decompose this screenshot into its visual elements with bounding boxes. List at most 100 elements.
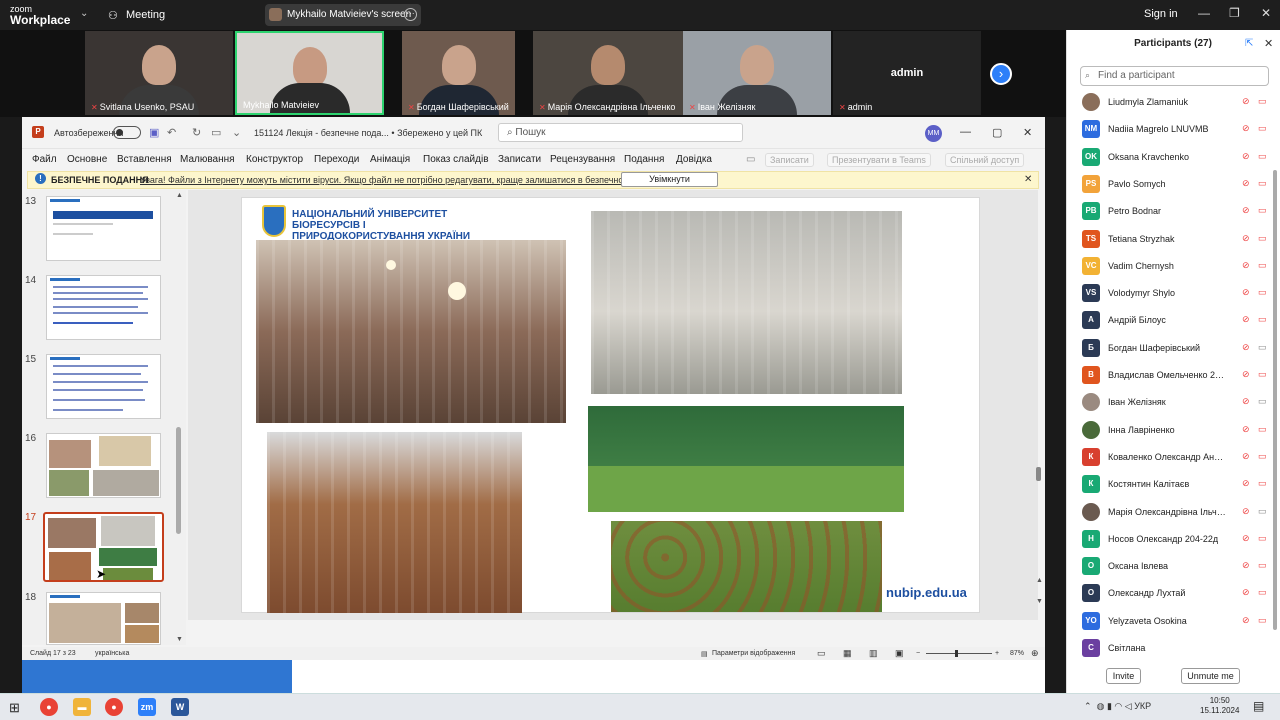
slide-thumbnail[interactable]: [46, 275, 161, 340]
participant-row[interactable]: Іван Желізняк ⊘ ▭: [1080, 388, 1270, 415]
tab-home[interactable]: Основне: [67, 154, 107, 165]
minimize-icon[interactable]: —: [960, 126, 971, 138]
avatar[interactable]: MM: [925, 125, 942, 142]
redo-icon[interactable]: ↻: [192, 126, 201, 139]
restore-icon[interactable]: ▢: [992, 126, 1002, 139]
close-icon[interactable]: ✕: [1024, 174, 1032, 185]
signin-button[interactable]: Sign in: [1144, 8, 1178, 20]
restore-icon[interactable]: ❐: [1229, 6, 1240, 20]
participant-row[interactable]: PS Pavlo Somych ⊘ ▭: [1080, 170, 1270, 197]
participant-row[interactable]: TS Tetiana Stryzhak ⊘ ▭: [1080, 225, 1270, 252]
zoom-in-icon[interactable]: +: [995, 650, 999, 657]
customize-qat-icon[interactable]: ⌄: [232, 126, 241, 139]
participant-row[interactable]: О Олександр Лухтай ⊘ ▭: [1080, 579, 1270, 606]
zoom-level[interactable]: 87%: [1010, 650, 1024, 657]
participant-row[interactable]: Б Богдан Шаферівський ⊘ ▭: [1080, 334, 1270, 361]
sorter-view-icon[interactable]: ▦: [843, 648, 852, 659]
participant-row[interactable]: NM Nadiia Magrelo LNUVMB ⊘ ▭: [1080, 115, 1270, 142]
notifications-icon[interactable]: ▤: [1253, 699, 1264, 713]
protected-view-message[interactable]: Увага! Файли з Інтернету можуть містити …: [140, 175, 671, 185]
participant-row[interactable]: Liudmyla Zlamaniuk ⊘ ▭: [1080, 88, 1270, 115]
tab-review[interactable]: Рецензування: [550, 154, 615, 165]
participant-row[interactable]: VS Volodymyr Shylo ⊘ ▭: [1080, 279, 1270, 306]
invite-button[interactable]: Invite: [1106, 668, 1141, 684]
minimize-icon[interactable]: —: [1198, 6, 1210, 20]
video-tile[interactable]: ✕ Богдан Шаферівський: [402, 31, 515, 115]
participants-scrollbar[interactable]: [1273, 170, 1277, 630]
video-tile[interactable]: ✕ Svitlana Usenko, PSAU: [85, 31, 233, 115]
chevron-up-icon[interactable]: ⌃: [1084, 701, 1092, 711]
tab-insert[interactable]: Вставлення: [117, 154, 172, 165]
slide-thumbnail[interactable]: [46, 196, 161, 261]
video-tile[interactable]: ✕ Іван Желізняк: [683, 31, 831, 115]
tab-help[interactable]: Довідка: [676, 154, 712, 165]
language-indicator[interactable]: українська: [95, 650, 129, 657]
enable-editing-button[interactable]: Увімкнути редагування: [621, 172, 718, 197]
document-title[interactable]: 151124 Лекція - безпечне пода... • Збере…: [254, 128, 482, 138]
present-icon[interactable]: ▭: [211, 126, 221, 139]
tab-record[interactable]: Записати: [498, 154, 541, 165]
popout-icon[interactable]: ⇱: [1245, 38, 1253, 49]
present-teams-button[interactable]: Презентувати в Teams: [827, 153, 931, 167]
participant-row[interactable]: О Оксана Івлева ⊘ ▭: [1080, 552, 1270, 579]
tab-slideshow[interactable]: Показ слайдів: [423, 154, 489, 165]
tab-animations[interactable]: Анімація: [370, 154, 410, 165]
zoom-slider-handle[interactable]: [955, 650, 958, 657]
participant-row[interactable]: OK Oksana Kravchenko ⊘ ▭: [1080, 143, 1270, 170]
participant-row[interactable]: YO Yelyzaveta Osokina ⊘ ▭: [1080, 607, 1270, 634]
video-tile[interactable]: ✕ Марія Олександрівна Ільченко: [533, 31, 683, 115]
comments-icon[interactable]: ▭: [746, 154, 755, 165]
more-options-icon[interactable]: ···: [404, 8, 417, 21]
next-page-icon[interactable]: ›: [990, 63, 1012, 85]
participant-search-input[interactable]: ⌕ Find a participant: [1080, 66, 1269, 86]
zoom-slider[interactable]: [926, 653, 992, 654]
fit-window-icon[interactable]: ⊕: [1031, 648, 1039, 659]
slideshow-view-icon[interactable]: ▣: [895, 648, 904, 659]
slide-thumbnail[interactable]: [46, 592, 161, 645]
windows-start-icon[interactable]: ⊞: [9, 700, 20, 716]
chrome-icon[interactable]: ●: [40, 698, 58, 716]
participant-row[interactable]: Інна Лавріненко ⊘ ▭: [1080, 416, 1270, 443]
participant-row[interactable]: В Владислав Омельченко 204-2... ⊘ ▭: [1080, 361, 1270, 388]
thumbnails-scrollbar[interactable]: [175, 190, 182, 645]
zoom-out-icon[interactable]: −: [916, 650, 920, 657]
chevron-down-icon[interactable]: ⌄: [80, 8, 88, 19]
meeting-label[interactable]: Meeting: [126, 9, 165, 21]
slide-thumbnail[interactable]: [46, 433, 161, 498]
participant-row[interactable]: VC Vadim Chernysh ⊘ ▭: [1080, 252, 1270, 279]
normal-view-icon[interactable]: ▭: [817, 648, 826, 659]
slide-thumbnail[interactable]: [46, 354, 161, 419]
zoom-app-icon[interactable]: zm: [138, 698, 156, 716]
next-slide-icon[interactable]: ▼: [1036, 598, 1043, 605]
save-icon[interactable]: ▣: [149, 126, 159, 139]
keyboard-language[interactable]: УКР: [1134, 701, 1151, 711]
unmute-me-button[interactable]: Unmute me: [1181, 668, 1240, 684]
undo-icon[interactable]: ↶: [167, 126, 176, 139]
video-tile-active-speaker[interactable]: Mykhailo Matvieiev: [235, 31, 384, 115]
reading-view-icon[interactable]: ▥: [869, 648, 878, 659]
participant-row[interactable]: Марія Олександрівна Ільченко ⊘ ▭: [1080, 498, 1270, 525]
tab-view[interactable]: Подання: [624, 154, 664, 165]
video-tile-admin[interactable]: admin ✕ admin: [833, 31, 981, 115]
participant-row[interactable]: С Світлана: [1080, 634, 1270, 661]
tab-design[interactable]: Конструктор: [246, 154, 303, 165]
close-icon[interactable]: ✕: [1023, 126, 1032, 139]
tab-draw[interactable]: Малювання: [180, 154, 235, 165]
participant-row[interactable]: A Андрій Білоус ⊘ ▭: [1080, 306, 1270, 333]
clock[interactable]: 10:50 15.11.2024: [1200, 696, 1239, 716]
record-button[interactable]: Записати: [765, 153, 814, 167]
close-icon[interactable]: ✕: [1261, 6, 1271, 20]
close-icon[interactable]: ✕: [1264, 37, 1273, 50]
participant-row[interactable]: К Костянтин Калітаєв ⊘ ▭: [1080, 470, 1270, 497]
slide-scrollbar[interactable]: [1035, 190, 1043, 620]
prev-slide-icon[interactable]: ▲: [1036, 577, 1043, 584]
tab-transitions[interactable]: Переходи: [314, 154, 359, 165]
search-input[interactable]: ⌕ Пошук: [498, 123, 743, 142]
word-icon[interactable]: W: [171, 698, 189, 716]
share-button[interactable]: Спільний доступ: [945, 153, 1025, 167]
screen-share-indicator[interactable]: Mykhailo Matvieiev's screen ···: [265, 4, 421, 26]
scroll-down-icon[interactable]: ▼: [176, 636, 183, 643]
chrome-icon[interactable]: ●: [105, 698, 123, 716]
view-params-button[interactable]: Параметри відображення: [712, 650, 795, 657]
participant-row[interactable]: PB Petro Bodnar ⊘ ▭: [1080, 197, 1270, 224]
